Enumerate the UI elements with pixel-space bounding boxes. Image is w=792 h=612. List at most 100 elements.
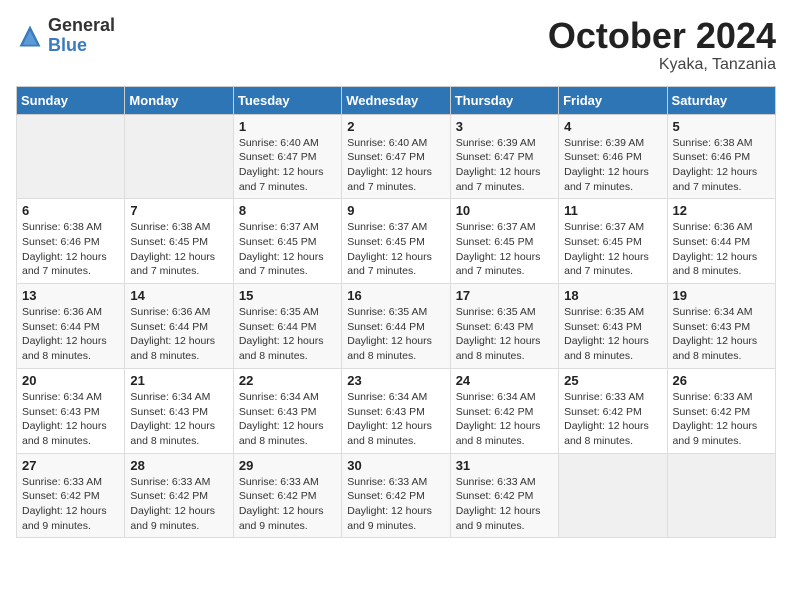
calendar-cell: 6 Sunrise: 6:38 AM Sunset: 6:46 PM Daylig… (17, 199, 125, 284)
logo-icon (16, 22, 44, 50)
day-info: Sunrise: 6:33 AM Sunset: 6:42 PM Dayligh… (673, 390, 770, 449)
day-info: Sunrise: 6:37 AM Sunset: 6:45 PM Dayligh… (239, 220, 336, 279)
calendar-cell (125, 114, 233, 199)
day-info: Sunrise: 6:40 AM Sunset: 6:47 PM Dayligh… (347, 136, 444, 195)
calendar-cell: 19 Sunrise: 6:34 AM Sunset: 6:43 PM Dayli… (667, 284, 775, 369)
day-info: Sunrise: 6:33 AM Sunset: 6:42 PM Dayligh… (456, 475, 553, 534)
day-info: Sunrise: 6:35 AM Sunset: 6:43 PM Dayligh… (456, 305, 553, 364)
day-info: Sunrise: 6:36 AM Sunset: 6:44 PM Dayligh… (673, 220, 770, 279)
day-number: 16 (347, 288, 444, 303)
day-number: 22 (239, 373, 336, 388)
day-info: Sunrise: 6:33 AM Sunset: 6:42 PM Dayligh… (22, 475, 119, 534)
calendar-cell: 12 Sunrise: 6:36 AM Sunset: 6:44 PM Dayli… (667, 199, 775, 284)
day-number: 26 (673, 373, 770, 388)
calendar-cell: 20Sunrise: 6:34 AM Sunset: 6:43 PM Dayli… (17, 368, 125, 453)
day-info: Sunrise: 6:35 AM Sunset: 6:44 PM Dayligh… (347, 305, 444, 364)
logo-general-text: General (48, 16, 115, 36)
day-info: Sunrise: 6:38 AM Sunset: 6:46 PM Dayligh… (673, 136, 770, 195)
calendar-cell: 11Sunrise: 6:37 AM Sunset: 6:45 PM Dayli… (559, 199, 667, 284)
logo-blue-text: Blue (48, 36, 115, 56)
day-number: 5 (673, 119, 770, 134)
calendar-cell: 8 Sunrise: 6:37 AM Sunset: 6:45 PM Daylig… (233, 199, 341, 284)
day-number: 2 (347, 119, 444, 134)
day-number: 20 (22, 373, 119, 388)
calendar-cell: 29 Sunrise: 6:33 AM Sunset: 6:42 PM Dayli… (233, 453, 341, 538)
day-number: 3 (456, 119, 553, 134)
day-number: 13 (22, 288, 119, 303)
day-info: Sunrise: 6:40 AM Sunset: 6:47 PM Dayligh… (239, 136, 336, 195)
calendar-cell: 7 Sunrise: 6:38 AM Sunset: 6:45 PM Daylig… (125, 199, 233, 284)
day-info: Sunrise: 6:33 AM Sunset: 6:42 PM Dayligh… (130, 475, 227, 534)
calendar-week-row: 6 Sunrise: 6:38 AM Sunset: 6:46 PM Daylig… (17, 199, 776, 284)
calendar-cell: 27Sunrise: 6:33 AM Sunset: 6:42 PM Dayli… (17, 453, 125, 538)
logo-text: General Blue (48, 16, 115, 56)
day-info: Sunrise: 6:35 AM Sunset: 6:44 PM Dayligh… (239, 305, 336, 364)
day-info: Sunrise: 6:35 AM Sunset: 6:43 PM Dayligh… (564, 305, 661, 364)
day-info: Sunrise: 6:36 AM Sunset: 6:44 PM Dayligh… (22, 305, 119, 364)
weekday-header-sunday: Sunday (17, 86, 125, 114)
day-number: 25 (564, 373, 661, 388)
month-title: October 2024 (548, 16, 776, 56)
day-info: Sunrise: 6:33 AM Sunset: 6:42 PM Dayligh… (564, 390, 661, 449)
day-number: 23 (347, 373, 444, 388)
calendar-cell: 24 Sunrise: 6:34 AM Sunset: 6:42 PM Dayli… (450, 368, 558, 453)
day-number: 7 (130, 203, 227, 218)
page-header: General Blue October 2024 Kyaka, Tanzani… (16, 16, 776, 74)
day-number: 21 (130, 373, 227, 388)
weekday-header-tuesday: Tuesday (233, 86, 341, 114)
calendar-cell: 4 Sunrise: 6:39 AM Sunset: 6:46 PM Daylig… (559, 114, 667, 199)
calendar-cell: 30Sunrise: 6:33 AM Sunset: 6:42 PM Dayli… (342, 453, 450, 538)
calendar-cell: 5 Sunrise: 6:38 AM Sunset: 6:46 PM Daylig… (667, 114, 775, 199)
calendar-cell: 26 Sunrise: 6:33 AM Sunset: 6:42 PM Dayli… (667, 368, 775, 453)
day-number: 24 (456, 373, 553, 388)
weekday-header-monday: Monday (125, 86, 233, 114)
calendar-week-row: 1Sunrise: 6:40 AM Sunset: 6:47 PM Daylig… (17, 114, 776, 199)
calendar-cell (667, 453, 775, 538)
title-block: October 2024 Kyaka, Tanzania (548, 16, 776, 74)
day-number: 15 (239, 288, 336, 303)
day-info: Sunrise: 6:37 AM Sunset: 6:45 PM Dayligh… (347, 220, 444, 279)
calendar-cell: 14Sunrise: 6:36 AM Sunset: 6:44 PM Dayli… (125, 284, 233, 369)
calendar-cell: 25 Sunrise: 6:33 AM Sunset: 6:42 PM Dayli… (559, 368, 667, 453)
day-number: 6 (22, 203, 119, 218)
day-number: 8 (239, 203, 336, 218)
day-number: 17 (456, 288, 553, 303)
day-number: 11 (564, 203, 661, 218)
day-info: Sunrise: 6:38 AM Sunset: 6:45 PM Dayligh… (130, 220, 227, 279)
day-number: 19 (673, 288, 770, 303)
calendar-week-row: 20 Sunrise: 6:34 AM Sunset: 6:43 PM Dayli… (17, 368, 776, 453)
day-info: Sunrise: 6:34 AM Sunset: 6:43 PM Dayligh… (673, 305, 770, 364)
weekday-header-thursday: Thursday (450, 86, 558, 114)
calendar-cell: 28 Sunrise: 6:33 AM Sunset: 6:42 PM Dayli… (125, 453, 233, 538)
logo: General Blue (16, 16, 115, 56)
day-info: Sunrise: 6:34 AM Sunset: 6:43 PM Dayligh… (130, 390, 227, 449)
calendar-week-row: 13 Sunrise: 6:36 AM Sunset: 6:44 PM Dayli… (17, 284, 776, 369)
calendar-cell: 10Sunrise: 6:37 AM Sunset: 6:45 PM Dayli… (450, 199, 558, 284)
calendar-cell: 9 Sunrise: 6:37 AM Sunset: 6:45 PM Daylig… (342, 199, 450, 284)
day-info: Sunrise: 6:34 AM Sunset: 6:42 PM Dayligh… (456, 390, 553, 449)
weekday-header-saturday: Saturday (667, 86, 775, 114)
day-number: 12 (673, 203, 770, 218)
weekday-header-wednesday: Wednesday (342, 86, 450, 114)
day-number: 4 (564, 119, 661, 134)
location-title: Kyaka, Tanzania (548, 56, 776, 74)
day-number: 31 (456, 458, 553, 473)
weekday-header-friday: Friday (559, 86, 667, 114)
day-info: Sunrise: 6:34 AM Sunset: 6:43 PM Dayligh… (347, 390, 444, 449)
day-info: Sunrise: 6:34 AM Sunset: 6:43 PM Dayligh… (239, 390, 336, 449)
day-info: Sunrise: 6:37 AM Sunset: 6:45 PM Dayligh… (456, 220, 553, 279)
calendar-body: 1Sunrise: 6:40 AM Sunset: 6:47 PM Daylig… (17, 114, 776, 538)
day-info: Sunrise: 6:38 AM Sunset: 6:46 PM Dayligh… (22, 220, 119, 279)
calendar-cell: 31 Sunrise: 6:33 AM Sunset: 6:42 PM Dayli… (450, 453, 558, 538)
calendar-cell (559, 453, 667, 538)
day-info: Sunrise: 6:33 AM Sunset: 6:42 PM Dayligh… (347, 475, 444, 534)
day-number: 9 (347, 203, 444, 218)
calendar-cell: 23 Sunrise: 6:34 AM Sunset: 6:43 PM Dayli… (342, 368, 450, 453)
calendar-cell: 17 Sunrise: 6:35 AM Sunset: 6:43 PM Dayli… (450, 284, 558, 369)
calendar-cell: 3Sunrise: 6:39 AM Sunset: 6:47 PM Daylig… (450, 114, 558, 199)
day-info: Sunrise: 6:39 AM Sunset: 6:46 PM Dayligh… (564, 136, 661, 195)
day-number: 28 (130, 458, 227, 473)
day-info: Sunrise: 6:33 AM Sunset: 6:42 PM Dayligh… (239, 475, 336, 534)
day-number: 29 (239, 458, 336, 473)
calendar-header: SundayMondayTuesdayWednesdayThursdayFrid… (17, 86, 776, 114)
